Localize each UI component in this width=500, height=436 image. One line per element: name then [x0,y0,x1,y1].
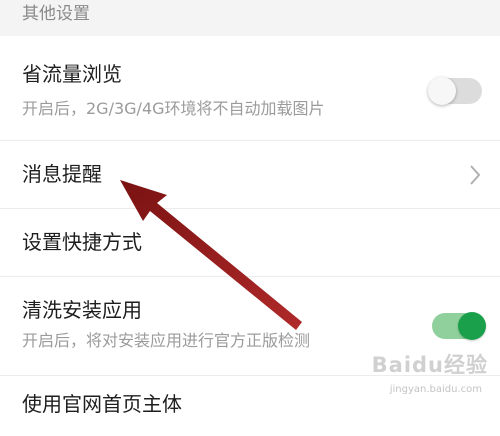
data-saving-toggle[interactable] [428,77,482,105]
setting-row-data-saving[interactable]: 省流量浏览 开启后，2G/3G/4G环境将不自动加载图片 [0,36,500,141]
setting-row-clean-install[interactable]: 清洗安装应用 开启后，将对安装应用进行官方正版检测 [0,277,500,376]
toggle-knob [458,312,486,340]
setting-row-notifications[interactable]: 消息提醒 [0,141,500,209]
setting-row-shortcut-title: 设置快捷方式 [22,230,142,254]
settings-list: 省流量浏览 开启后，2G/3G/4G环境将不自动加载图片 消息提醒 设置快捷方式… [0,36,500,436]
section-header-label: 其他设置 [22,4,90,24]
setting-row-shortcut[interactable]: 设置快捷方式 [0,209,500,277]
section-header: 其他设置 [0,0,500,36]
clean-install-toggle[interactable] [432,312,486,340]
setting-row-clean-install-title: 清洗安装应用 [22,298,142,322]
setting-row-data-saving-subtitle: 开启后，2G/3G/4G环境将不自动加载图片 [22,99,325,118]
setting-row-data-saving-title: 省流量浏览 [22,62,122,86]
setting-row-official-homepage-title: 使用官网首页主体 [22,392,182,416]
chevron-right-icon [470,165,481,185]
toggle-knob [428,77,456,105]
setting-row-official-homepage[interactable]: 使用官网首页主体 [0,376,500,436]
setting-row-clean-install-subtitle: 开启后，将对安装应用进行官方正版检测 [22,331,311,350]
setting-row-notifications-title: 消息提醒 [22,162,102,186]
